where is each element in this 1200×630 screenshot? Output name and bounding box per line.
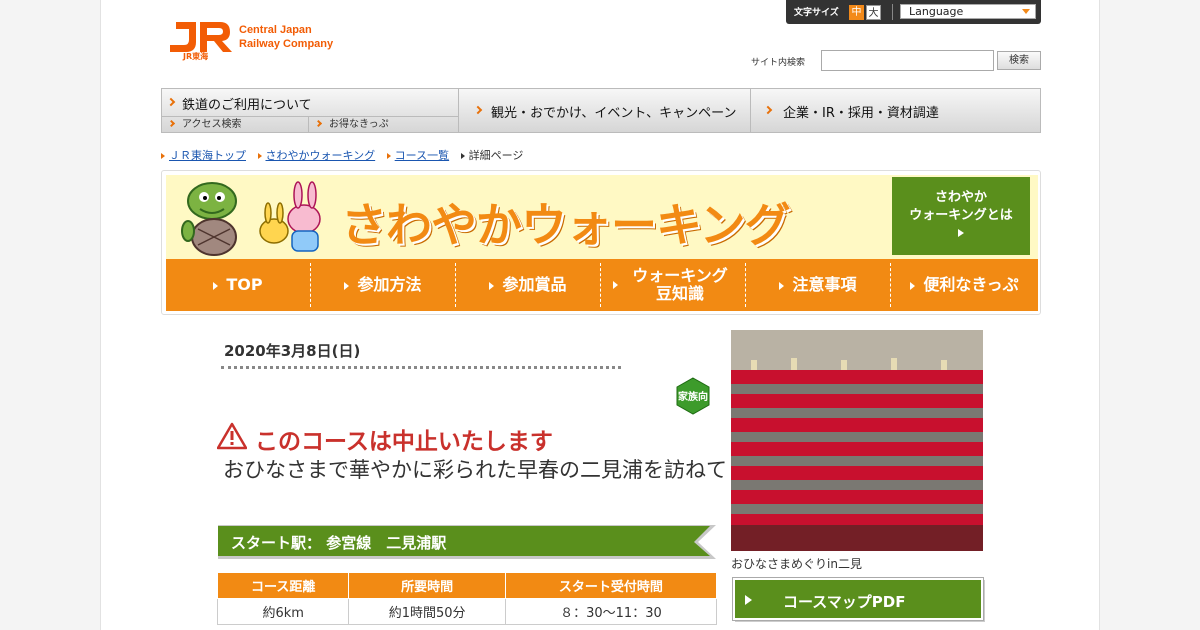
triangle-right-icon	[613, 281, 618, 289]
table-header-reception: スタート受付時間	[504, 572, 718, 599]
site-search-input[interactable]	[821, 50, 994, 71]
about-line2: ウォーキングとは	[909, 208, 1013, 223]
site-search-label: サイト内検索	[751, 58, 806, 68]
breadcrumb-jr-top[interactable]: ＪＲ東海トップ	[169, 149, 246, 162]
course-map-pdf-button[interactable]: コースマップPDF	[733, 578, 983, 620]
global-nav: 鉄道のご利用について アクセス検索 お得なきっぷ 観光・おでかけ、イベント、キャ…	[161, 88, 1041, 133]
font-size-large-button[interactable]: 大	[866, 5, 881, 20]
course-date: 2020年3月8日(日)	[224, 342, 361, 360]
divider	[221, 366, 621, 369]
breadcrumb: ＪＲ東海トップ さわやかウォーキング コース一覧 詳細ページ	[161, 147, 539, 163]
font-size-label: 文字サイズ	[794, 8, 839, 18]
company-name-line1: Central Japan	[239, 24, 312, 36]
nav-rail-label: 鉄道のご利用について	[182, 98, 312, 113]
language-select-value: Language	[909, 5, 964, 18]
warning-icon	[217, 422, 247, 450]
tab-how-to-join-label: 参加方法	[357, 275, 422, 294]
company-name: Central Japan Railway Company	[239, 23, 333, 51]
family-badge: 家族向	[676, 377, 710, 415]
triangle-right-icon	[958, 229, 964, 237]
table-cell-duration: 約1時間50分	[348, 598, 506, 625]
nav-corporate-label: 企業・IR・採用・資材調達	[783, 106, 939, 121]
tab-useful-tickets-label: 便利なきっぷ	[923, 275, 1019, 294]
chevron-right-icon	[763, 105, 773, 115]
chevron-right-icon	[314, 119, 323, 128]
arrow-icon	[257, 153, 262, 159]
breadcrumb-course-list[interactable]: コース一覧	[395, 149, 449, 162]
table-header-row: コース距離 所要時間 スタート受付時間	[216, 572, 718, 599]
banner-title: さわやかウォーキング	[341, 198, 791, 252]
hina-dolls-photo	[731, 330, 983, 551]
arrow-icon	[161, 153, 165, 159]
course-info-table: コース距離 所要時間 スタート受付時間 約6km 約1時間50分 ８：30～11…	[216, 572, 718, 625]
triangle-right-icon	[910, 281, 916, 290]
tab-how-to-join[interactable]: 参加方法	[311, 263, 456, 307]
tab-prizes[interactable]: 参加賞品	[456, 263, 601, 307]
tab-walking-tips-line2: 豆知識	[655, 284, 704, 303]
tab-top-label: TOP	[226, 275, 263, 294]
course-title: おひなさまで華やかに彩られた早春の二見浦を訪ねて	[223, 458, 727, 482]
table-cell-distance: 約6km	[216, 598, 350, 625]
utility-bar: 文字サイズ 中 大 Language	[786, 0, 1041, 24]
walking-banner: さわやかウォーキング さわやか ウォーキングとは TOP 参加方法 参加賞品 ウ…	[161, 170, 1041, 315]
page: JR東海 Central Japan Railway Company 文字サイズ…	[100, 0, 1100, 630]
nav-deals[interactable]: お得なきっぷ	[309, 117, 459, 132]
tab-prizes-label: 参加賞品	[502, 275, 567, 294]
tab-cautions[interactable]: 注意事項	[746, 263, 891, 307]
table-header-distance: コース距離	[216, 572, 350, 599]
triangle-right-icon	[213, 281, 219, 290]
arrow-icon	[386, 153, 391, 159]
nav-rail-group: 鉄道のご利用について アクセス検索 お得なきっぷ	[162, 89, 459, 132]
arrow-icon	[460, 153, 465, 159]
triangle-right-icon	[745, 595, 752, 605]
triangle-right-icon	[779, 281, 785, 290]
cancel-notice-text: このコースは中止いたします	[255, 429, 553, 455]
course-map-pdf-label: コースマップPDF	[783, 593, 906, 611]
nav-rail[interactable]: 鉄道のご利用について	[162, 89, 458, 117]
nav-tourism-label: 観光・おでかけ、イベント、キャンペーン	[491, 106, 737, 121]
chevron-down-icon	[1022, 9, 1030, 14]
font-size-medium-button[interactable]: 中	[849, 5, 864, 20]
breadcrumb-walking[interactable]: さわやかウォーキング	[266, 149, 376, 162]
tab-top[interactable]: TOP	[166, 263, 311, 307]
walking-tabs: TOP 参加方法 参加賞品 ウォーキング 豆知識 注意事項 便利なきっぷ	[166, 259, 1038, 311]
about-walking-button[interactable]: さわやか ウォーキングとは	[892, 177, 1030, 255]
nav-deals-label: お得なきっぷ	[329, 119, 389, 130]
start-station-bar: スタート駅： 参宮線 二見浦駅	[218, 525, 716, 559]
photo-caption: おひなさまめぐりin二見	[731, 557, 862, 571]
breadcrumb-current: 詳細ページ	[468, 149, 524, 162]
family-badge-label: 家族向	[678, 390, 708, 403]
triangle-right-icon	[344, 281, 350, 290]
tab-walking-tips[interactable]: ウォーキング 豆知識	[601, 263, 746, 307]
table-header-duration: 所要時間	[348, 572, 506, 599]
tab-cautions-label: 注意事項	[792, 275, 857, 294]
table-row: 約6km 約1時間50分 ８：30～11：30	[216, 598, 718, 625]
mascot-illustration	[181, 181, 321, 256]
logo-subtext: JR東海	[183, 52, 209, 61]
divider	[892, 4, 893, 20]
table-cell-reception: ８：30～11：30	[504, 598, 718, 625]
nav-corporate[interactable]: 企業・IR・採用・資材調達	[751, 89, 1040, 132]
triangle-right-icon	[489, 281, 495, 290]
nav-tourism[interactable]: 観光・おでかけ、イベント、キャンペーン	[459, 89, 751, 132]
language-select[interactable]: Language	[900, 4, 1036, 19]
chevron-right-icon	[167, 119, 176, 128]
nav-access-label: アクセス検索	[182, 119, 242, 130]
start-station-text: スタート駅： 参宮線 二見浦駅	[231, 534, 447, 552]
chevron-right-icon	[166, 97, 176, 107]
tab-walking-tips-line1: ウォーキング	[632, 266, 728, 285]
about-line1: さわやか	[934, 190, 987, 205]
company-name-line2: Railway Company	[239, 38, 334, 50]
nav-access[interactable]: アクセス検索	[162, 117, 309, 132]
banner-header: さわやかウォーキング さわやか ウォーキングとは	[166, 175, 1038, 259]
search-button[interactable]: 検索	[997, 51, 1041, 70]
tab-useful-tickets[interactable]: 便利なきっぷ	[891, 263, 1038, 307]
chevron-right-icon	[473, 105, 483, 115]
